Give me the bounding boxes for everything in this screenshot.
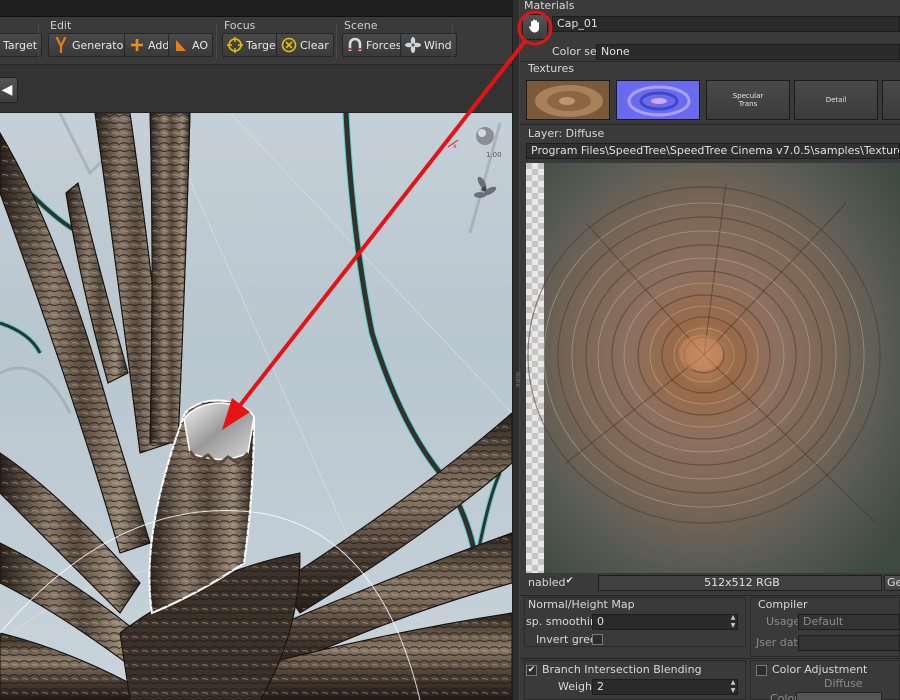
forces-label: Forces — [366, 38, 402, 52]
wind-button[interactable]: Wind — [400, 33, 457, 57]
normal-height-title: Normal/Height Map — [528, 598, 635, 611]
crosshair-icon — [227, 37, 243, 53]
focus-group: Focus Target Clear — [220, 17, 336, 65]
diffuse-color-swatch[interactable] — [796, 692, 882, 700]
pick-material-button[interactable] — [522, 14, 548, 40]
tree-render — [0, 113, 512, 700]
compiler-title: Compiler — [758, 598, 808, 611]
plus-icon — [129, 37, 145, 53]
enabled-label: nabled — [528, 576, 566, 589]
magnet-icon — [347, 37, 363, 53]
add-label: Add — [148, 38, 170, 52]
weight-field[interactable]: 2 — [592, 679, 738, 695]
normal-section — [520, 595, 900, 596]
textures-section — [520, 61, 900, 62]
color-adjust-label: Color Adjustment — [772, 663, 868, 676]
diffuse-column-label: Diffuse — [824, 677, 863, 690]
ao-icon — [173, 37, 189, 53]
arrow-left-icon: ◀ — [1, 82, 13, 98]
main-toolbar: Target Edit Generators Add AO Focus Targ… — [0, 17, 512, 65]
toolbar-separator — [452, 23, 453, 59]
focus-clear-button[interactable]: Clear — [276, 33, 334, 57]
layer-label: Layer: Diffuse — [528, 127, 605, 140]
materials-panel: Materials Cap_01 Color set None Textures… — [520, 0, 900, 700]
ao-button[interactable]: AO — [168, 33, 213, 57]
textures-label: Textures — [528, 62, 574, 75]
target-button[interactable]: Target — [0, 33, 43, 57]
back-button[interactable]: ◀ — [0, 77, 18, 103]
texture-thumb-extra[interactable] — [882, 80, 900, 120]
texture-thumb-specular[interactable]: Specular Trans — [706, 80, 790, 120]
ao-label: AO — [192, 38, 208, 52]
hand-icon — [527, 18, 543, 37]
generate-button[interactable]: Ge — [884, 575, 900, 591]
blending-checkbox[interactable]: ✔ — [526, 665, 537, 676]
blending-label: Branch Intersection Blending — [542, 663, 702, 676]
usage-select[interactable]: Default — [798, 614, 900, 630]
toolbar-separator — [38, 23, 39, 59]
scene-group-title: Scene — [344, 19, 378, 32]
color-set-label: Color set — [552, 45, 602, 58]
weight-spinner[interactable]: ▲ ▼ — [728, 679, 738, 695]
generators-icon — [53, 37, 69, 53]
layer-section — [520, 124, 900, 125]
focus-target-label: Target — [246, 38, 281, 52]
panel-splitter[interactable]: Bone — [512, 0, 521, 700]
toolbar-separator — [216, 23, 217, 59]
secondary-toolbar: ◀ — [0, 65, 512, 113]
viewport-area: Target Edit Generators Add AO Focus Targ… — [0, 0, 512, 700]
resolution-readout: 512x512 RGB — [598, 575, 882, 591]
blending-section — [520, 658, 900, 659]
material-name-field[interactable]: Cap_01 — [552, 16, 900, 32]
fan-icon — [405, 37, 421, 53]
clear-icon — [281, 37, 297, 53]
weight-label: Weight — [558, 680, 597, 693]
scene-group: Scene Forces Wind — [340, 17, 457, 65]
usage-label: Usage — [766, 615, 801, 628]
focus-group-title: Focus — [224, 19, 256, 32]
focus-clear-label: Clear — [300, 38, 329, 52]
color-set-select[interactable]: None — [596, 44, 900, 60]
texture-preview — [526, 163, 900, 573]
3d-viewport[interactable]: 1.00 x — [0, 113, 512, 700]
smoothing-field[interactable]: 0 — [592, 614, 738, 630]
add-button[interactable]: Add — [124, 33, 175, 57]
toolbar-separator — [336, 23, 337, 59]
color-row-label: Color — [770, 692, 799, 700]
zoom-readout: 1.00 — [486, 151, 502, 159]
enabled-checkbox[interactable]: ✔ — [564, 577, 575, 588]
texture-path-field[interactable]: Program Files\SpeedTree\SpeedTree Cinema… — [526, 143, 900, 159]
edit-group: Edit Generators Add AO — [46, 17, 216, 65]
forces-button[interactable]: Forces — [342, 33, 407, 57]
svg-text:x: x — [453, 143, 457, 149]
texture-thumb-diffuse[interactable] — [526, 80, 610, 120]
edit-group-title: Edit — [50, 19, 72, 32]
color-adjust-checkbox[interactable] — [756, 665, 767, 676]
materials-title: Materials — [524, 0, 575, 12]
texture-thumb-detail[interactable]: Detail — [794, 80, 878, 120]
smoothing-spinner[interactable]: ▲ ▼ — [728, 614, 738, 630]
invert-green-checkbox[interactable] — [592, 634, 603, 645]
texture-thumb-normal[interactable] — [616, 80, 700, 120]
wind-label: Wind — [424, 38, 452, 52]
title-strip — [0, 0, 512, 17]
target-button-label: Target — [3, 38, 38, 52]
user-data-field[interactable] — [798, 635, 900, 651]
